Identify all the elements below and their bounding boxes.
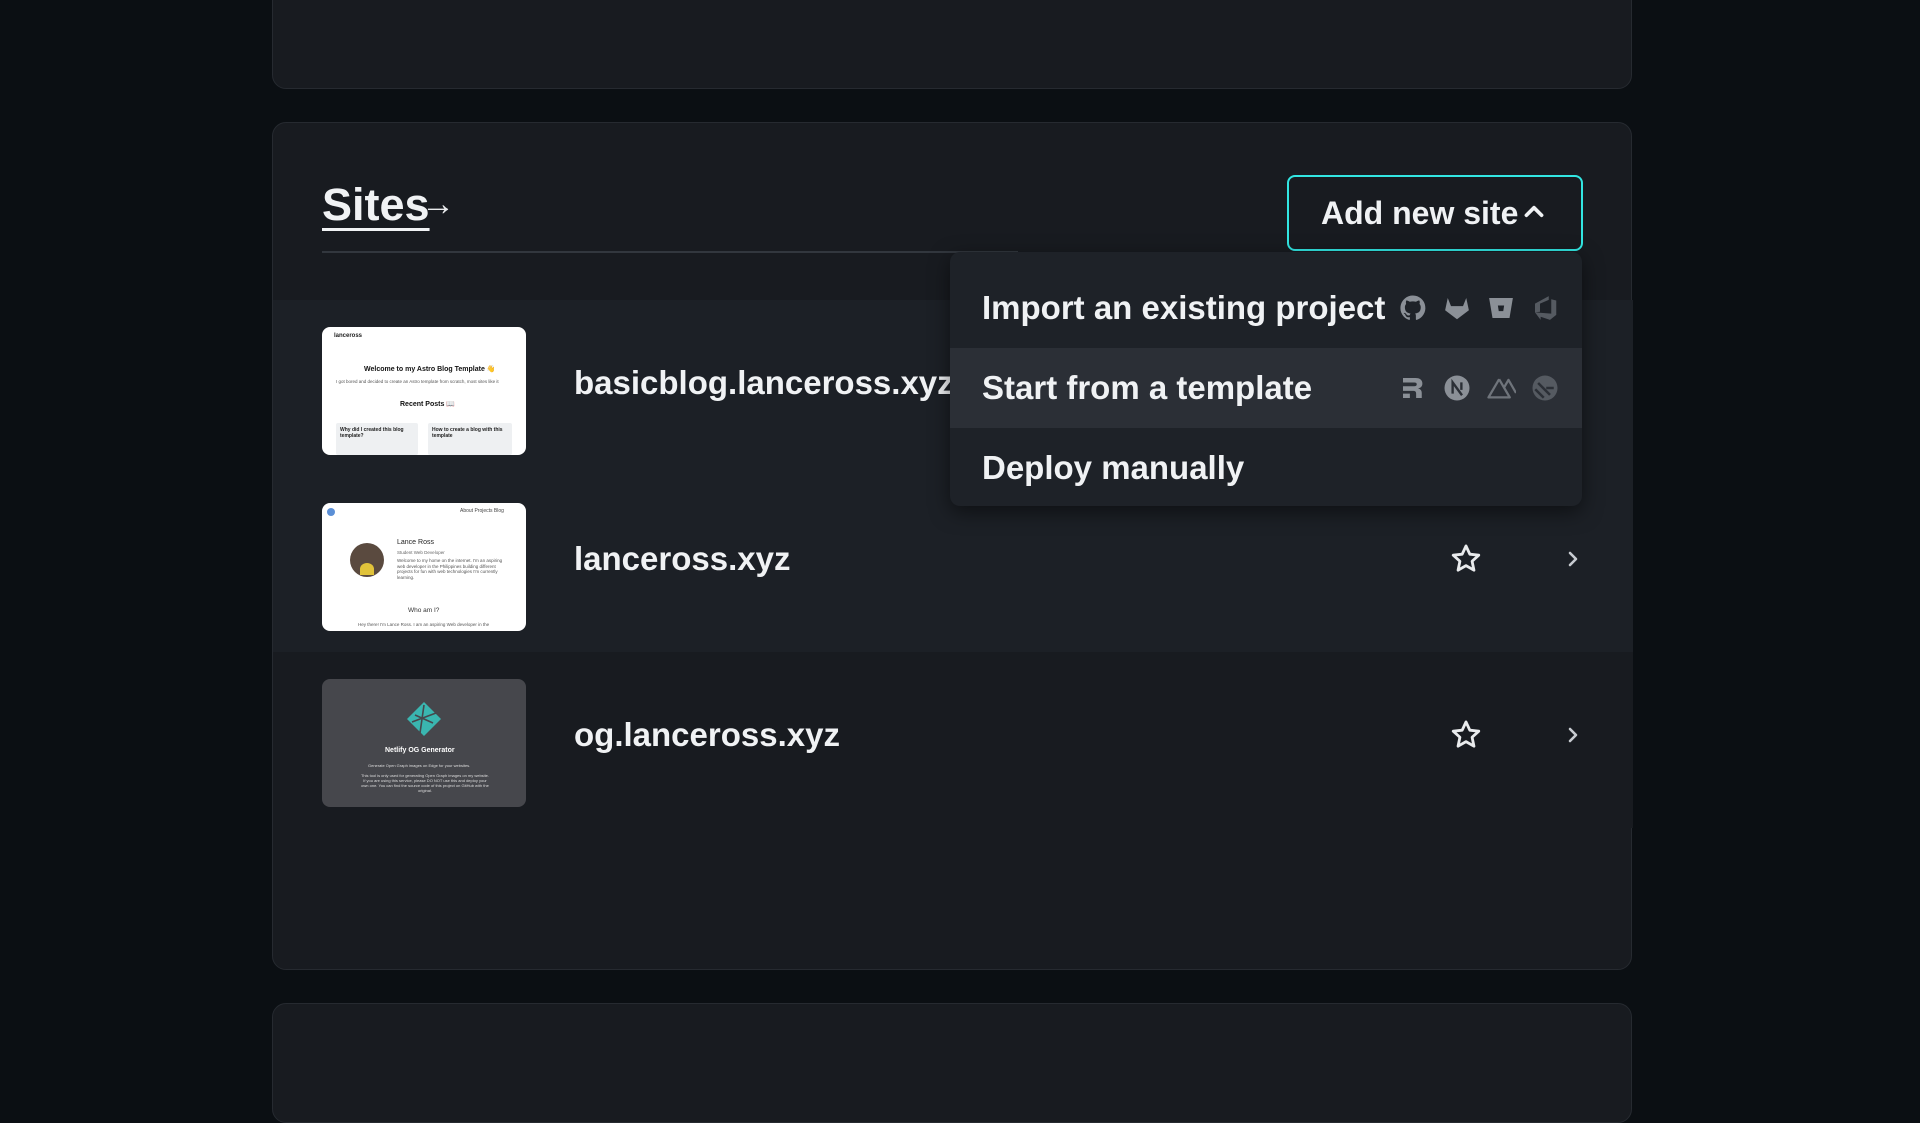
nextjs-icon xyxy=(1444,375,1470,401)
thumb-footer: Hey there! I'm Lance Ross. I am an aspir… xyxy=(358,622,490,627)
next-section-card xyxy=(272,1003,1632,1123)
menu-item-deploy-manually[interactable]: Deploy manually xyxy=(950,428,1582,508)
star-icon[interactable] xyxy=(1449,542,1483,576)
menu-item-label: Deploy manually xyxy=(982,449,1245,486)
menu-item-label: Start from a template xyxy=(982,369,1313,406)
chevron-up-icon xyxy=(1524,205,1544,218)
site-thumbnail: About Projects Blog Lance Ross Student W… xyxy=(322,503,526,631)
sites-card: Sites → Add new site lanceross Welcome t… xyxy=(272,122,1633,970)
avatar xyxy=(350,543,384,577)
thumb-person: Lance Ross xyxy=(397,539,434,546)
add-new-site-button[interactable]: Add new site xyxy=(1287,175,1583,251)
thumb-post: Why did I created this blog template? xyxy=(340,427,404,439)
site-name[interactable]: lanceross.xyz xyxy=(574,540,790,578)
thumb-body: This tool is only used for generating Op… xyxy=(360,773,490,793)
site-thumbnail: Netlify OG Generator Generate Open Graph… xyxy=(322,679,526,807)
thumb-nav: About Projects Blog xyxy=(460,508,504,514)
gatsby-icon xyxy=(1532,375,1558,401)
bitbucket-icon xyxy=(1489,298,1513,318)
framework-icons xyxy=(1398,370,1560,406)
add-new-site-label: Add new site xyxy=(1321,194,1519,231)
menu-item-label: Import an existing project xyxy=(982,289,1386,326)
thumb-heading: Welcome to my Astro Blog Template 👋 xyxy=(364,366,496,373)
menu-item-import-project[interactable]: Import an existing project xyxy=(950,268,1582,348)
add-site-dropdown: Import an existing project Start from a … xyxy=(950,252,1582,506)
thumb-role: Student Web Developer xyxy=(397,550,445,555)
site-thumbnail: lanceross Welcome to my Astro Blog Templ… xyxy=(322,327,526,455)
site-name[interactable]: basicblog.lanceross.xyz xyxy=(574,364,954,402)
thumb-post: How to create a blog with this template xyxy=(432,427,503,439)
netlify-logo xyxy=(407,702,441,736)
arrow-right-icon: → xyxy=(421,185,455,223)
menu-item-start-template[interactable]: Start from a template xyxy=(950,348,1582,428)
nuxt-icon xyxy=(1487,378,1516,399)
gitlab-icon xyxy=(1445,298,1469,320)
remix-icon xyxy=(1403,378,1423,398)
chevron-right-icon[interactable] xyxy=(1563,724,1583,746)
thumb-sub: Generate Open Graph images on Edge for y… xyxy=(368,763,471,768)
divider xyxy=(322,251,1018,253)
chevron-right-icon[interactable] xyxy=(1563,548,1583,570)
sites-link[interactable]: Sites xyxy=(322,179,430,231)
previous-section-card xyxy=(272,0,1632,89)
thumb-section: Recent Posts 📖 xyxy=(400,401,456,408)
thumb-intro: I got bored and decided to create an Ast… xyxy=(336,379,499,384)
site-name[interactable]: og.lanceross.xyz xyxy=(574,716,840,754)
github-icon xyxy=(1400,295,1426,320)
azure-devops-icon xyxy=(1535,296,1557,320)
site-row[interactable]: Netlify OG Generator Generate Open Graph… xyxy=(273,652,1633,828)
provider-icons xyxy=(1398,290,1560,326)
star-icon[interactable] xyxy=(1449,718,1483,752)
thumb-logo xyxy=(327,508,335,516)
thumb-bio: Welcome to my home on the internet. I'm … xyxy=(397,558,503,580)
thumb-heading: Netlify OG Generator xyxy=(385,747,455,754)
thumb-brand: lanceross xyxy=(334,333,363,339)
thumb-heading: Who am I? xyxy=(408,607,440,614)
